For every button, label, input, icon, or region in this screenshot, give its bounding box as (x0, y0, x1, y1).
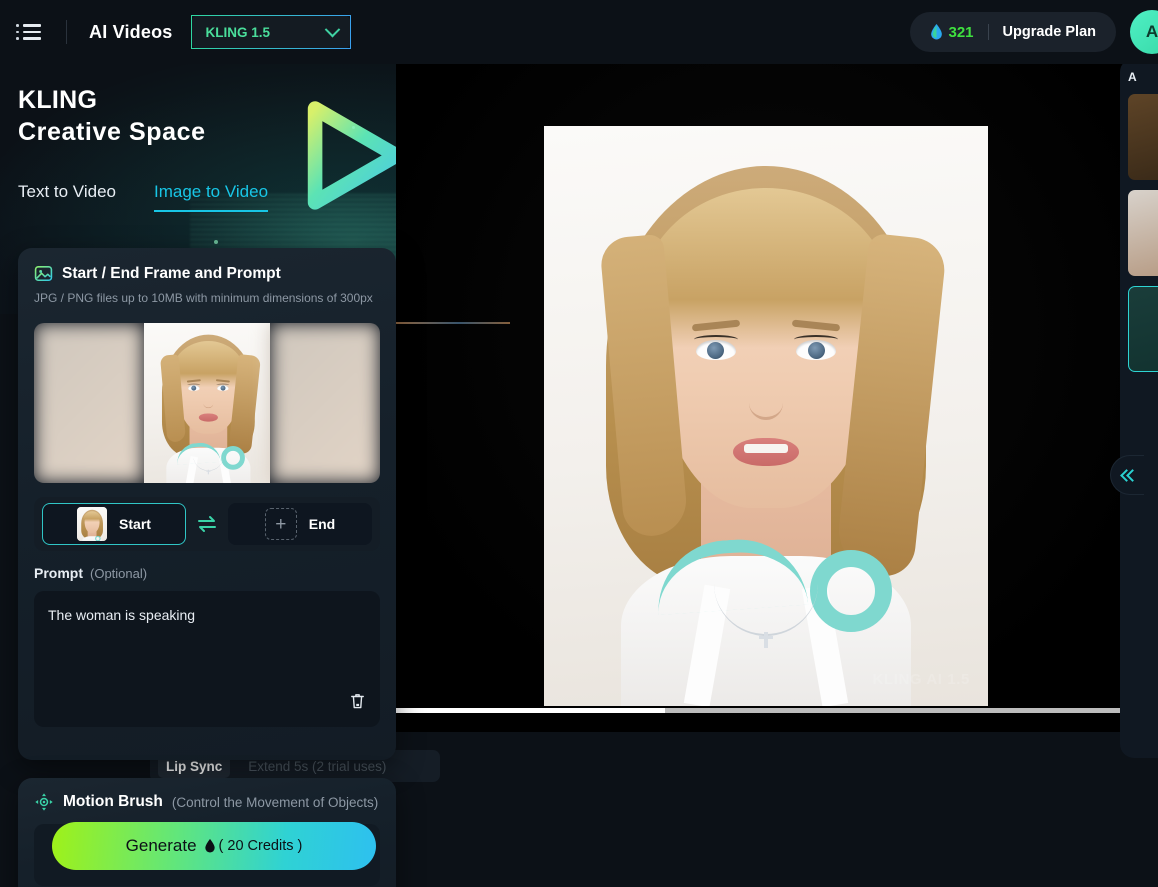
end-frame-chip[interactable]: + End (228, 503, 372, 545)
prompt-optional-note: (Optional) (90, 566, 148, 581)
hero-title-line2: Creative Space (18, 118, 206, 146)
toolbar-divider (66, 20, 67, 44)
upload-preview-image (34, 323, 380, 483)
collapse-rail-button[interactable] (1110, 455, 1144, 495)
result-thumb-2[interactable] (1128, 190, 1158, 276)
motion-brush-header: Motion Brush (Control the Movement of Ob… (18, 778, 396, 812)
start-frame-chip[interactable]: Start (42, 503, 186, 545)
chevron-down-icon (324, 21, 340, 37)
credits-group: 321 (930, 24, 974, 41)
prompt-input[interactable]: The woman is speaking (34, 591, 380, 727)
top-bar: AI Videos KLING 1.5 321 Upgrade Plan A (0, 0, 1158, 64)
mode-tabs: Text to Video Image to Video (18, 182, 269, 212)
frame-and-prompt-panel: Start / End Frame and Prompt JPG / PNG f… (18, 248, 396, 760)
frame-panel-header: Start / End Frame and Prompt (18, 248, 396, 283)
double-chevron-left-icon (1119, 468, 1139, 482)
hero-title: KLING Creative Space (18, 84, 206, 148)
frame-selector: Start + End (34, 497, 380, 551)
upgrade-plan-button[interactable]: Upgrade Plan (1003, 24, 1096, 40)
tab-text-to-video[interactable]: Text to Video (18, 182, 116, 212)
avatar[interactable]: A (1130, 10, 1158, 54)
model-select-value: KLING 1.5 (205, 24, 271, 40)
generate-cost: ( 20 Credits ) (204, 838, 303, 854)
result-thumb-3[interactable] (1128, 286, 1158, 372)
trash-icon[interactable] (349, 692, 366, 715)
pill-divider (987, 24, 989, 40)
app-root: AI Videos KLING 1.5 321 Upgrade Plan A K… (0, 0, 1158, 887)
avatar-initial: A (1145, 22, 1158, 41)
prompt-label-row: Prompt (Optional) (18, 551, 396, 581)
generate-label: Generate (125, 836, 197, 855)
swap-arrows-icon[interactable] (194, 515, 220, 533)
video-scrubber[interactable] (396, 708, 1142, 713)
kling-play-logo (307, 101, 404, 210)
video-stage: KLING AI 1.5 (396, 60, 1142, 732)
tab-image-to-video[interactable]: Image to Video (153, 182, 269, 212)
motion-brush-title: Motion Brush (63, 793, 163, 810)
upload-preview[interactable] (34, 323, 380, 483)
video-preview[interactable]: KLING AI 1.5 (544, 126, 988, 706)
page-title: AI Videos (89, 21, 173, 42)
top-bar-right: 321 Upgrade Plan A (909, 0, 1158, 64)
end-frame-label: End (308, 516, 336, 532)
frame-panel-subtitle: JPG / PNG files up to 10MB with minimum … (34, 291, 373, 305)
video-scrubber-progress (396, 708, 665, 713)
generate-cost-text: ( 20 Credits ) (218, 838, 303, 854)
stage-accent-line (396, 322, 510, 324)
results-rail: A (1120, 58, 1158, 758)
image-frame-icon (34, 265, 53, 282)
credits-count: 321 (948, 23, 974, 41)
generate-button[interactable]: Generate ( 20 Credits ) (52, 822, 376, 870)
credits-pill[interactable]: 321 Upgrade Plan (909, 12, 1116, 52)
motion-brush-icon (35, 793, 53, 811)
prompt-label: Prompt (34, 565, 83, 581)
water-drop-icon (930, 24, 942, 40)
hero-title-line1: KLING (18, 86, 98, 114)
water-drop-icon (204, 839, 215, 853)
model-select[interactable]: KLING 1.5 (190, 15, 351, 49)
frame-panel-title: Start / End Frame and Prompt (62, 264, 281, 282)
result-thumb-1[interactable] (1128, 94, 1158, 180)
prompt-value: The woman is speaking (48, 607, 196, 623)
start-frame-thumbnail (77, 507, 108, 541)
start-frame-label: Start (119, 516, 151, 532)
video-watermark: KLING AI 1.5 (872, 671, 970, 688)
motion-brush-note: (Control the Movement of Objects) (171, 794, 379, 810)
woman-speaking-video (544, 126, 988, 706)
list-menu-icon[interactable] (16, 17, 46, 47)
plus-icon: + (264, 508, 297, 540)
